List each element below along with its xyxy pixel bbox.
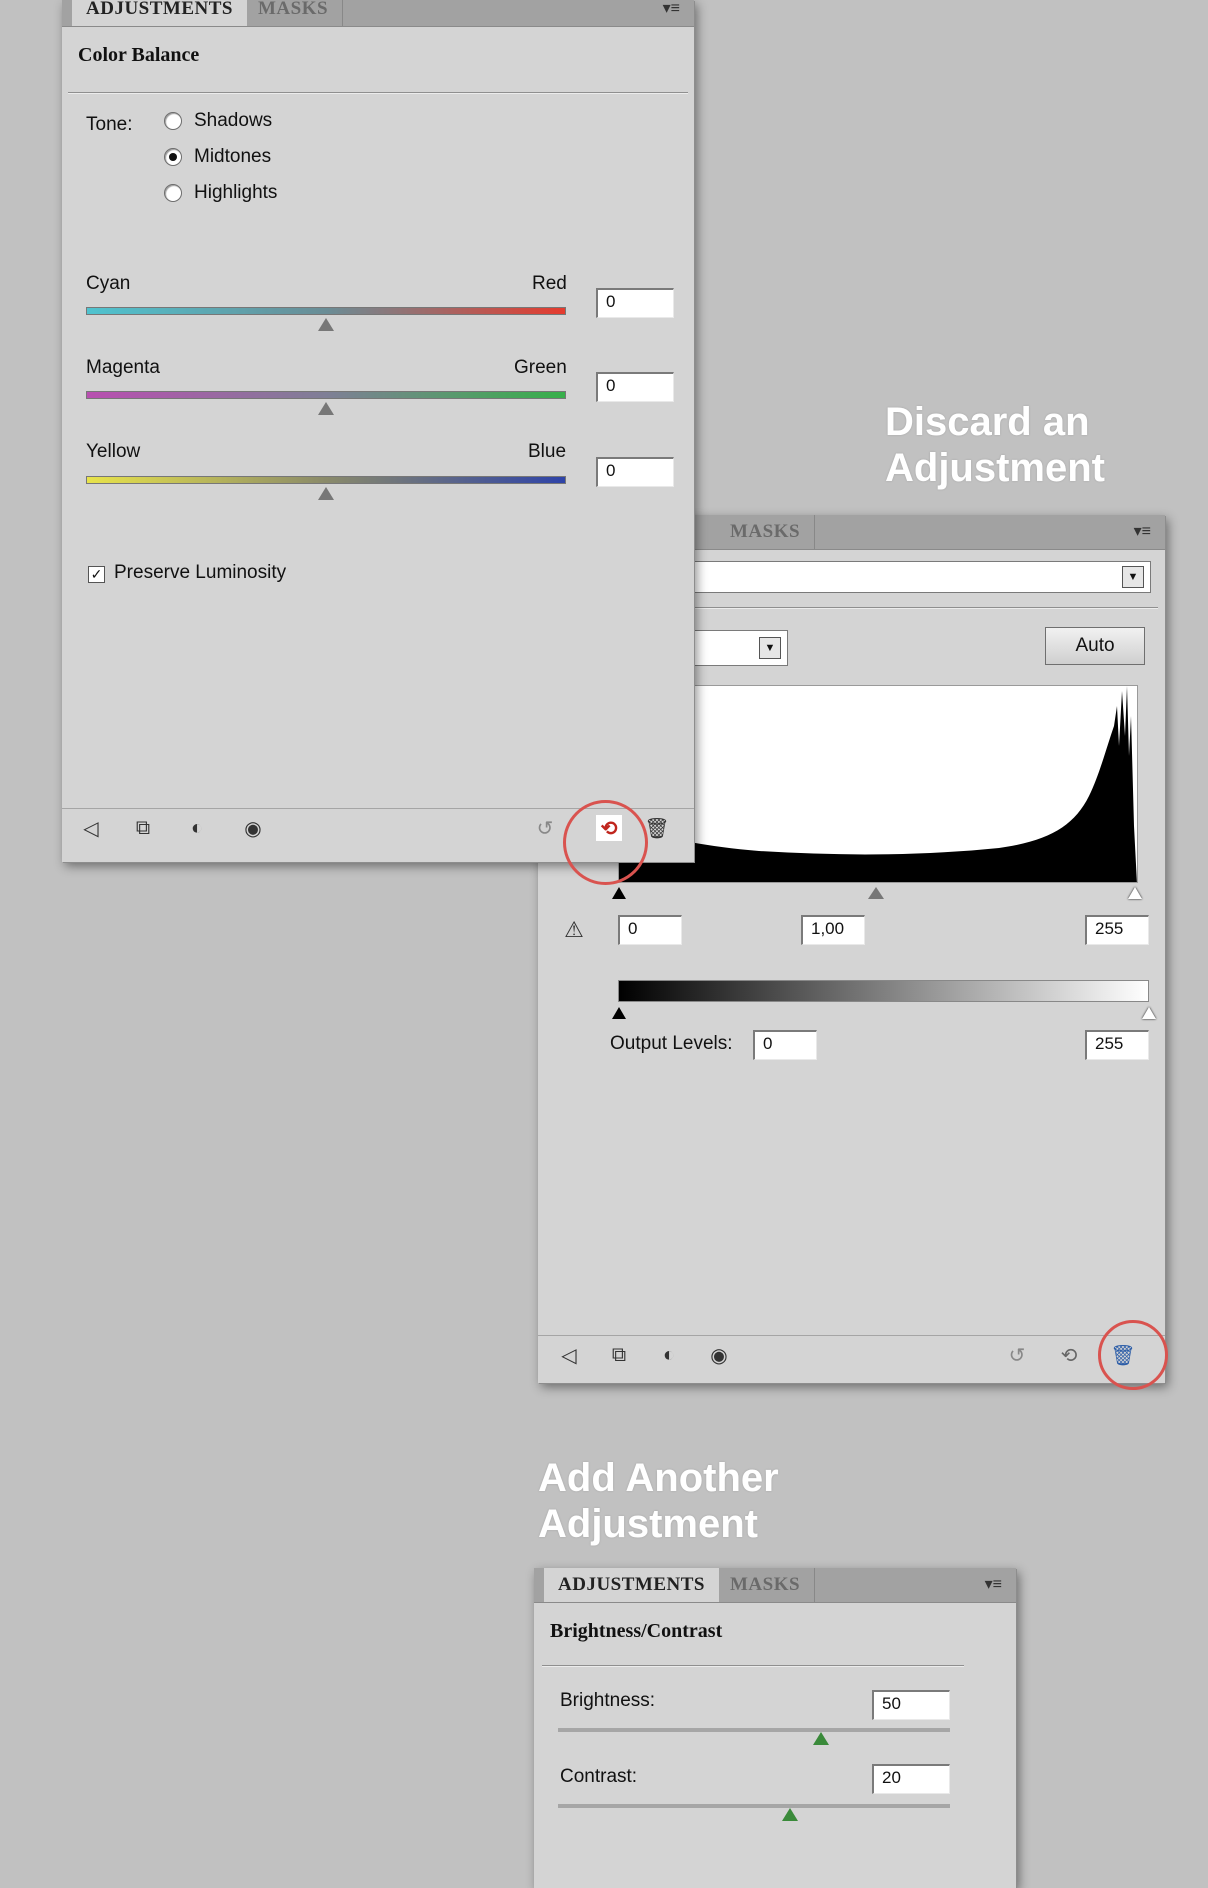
output-white-field[interactable]: 255 [1085, 1030, 1149, 1060]
slider-green-label: Green [514, 357, 567, 378]
preserve-luminosity-checkbox[interactable]: ✓ [88, 566, 105, 583]
panel-title: Brightness/Contrast [550, 1620, 723, 1642]
magenta-green-thumb[interactable] [318, 402, 334, 415]
yellow-blue-slider[interactable] [86, 476, 566, 484]
slider-magenta-label: Magenta [86, 357, 160, 378]
visibility-eye-icon[interactable]: ◉ [706, 1342, 732, 1368]
brightness-value[interactable]: 50 [872, 1690, 950, 1720]
tab-masks[interactable]: MASKS [716, 1568, 816, 1602]
tab-adjustments[interactable]: ADJUSTMENTS [72, 0, 247, 26]
slider-cyan-label: Cyan [86, 273, 131, 294]
input-gamma-field[interactable]: 1,00 [801, 915, 865, 945]
trash-highlight-circle [1098, 1320, 1168, 1390]
tab-masks[interactable]: MASKS [716, 515, 816, 549]
radio-midtones[interactable] [164, 148, 182, 166]
input-black-thumb[interactable] [612, 887, 626, 899]
output-black-thumb[interactable] [612, 1007, 626, 1019]
radio-shadows-label[interactable]: Shadows [194, 110, 272, 132]
contrast-label: Contrast: [560, 1766, 638, 1787]
levels-footer: ◁ ⧉ ◐ ◉ ↺ ⟲ 🗑 [538, 1335, 1165, 1376]
input-white-field[interactable]: 255 [1085, 915, 1149, 945]
brightness-tabbar: ADJUSTMENTS MASKS ▾≡ [534, 1568, 1016, 1603]
discard-line2: Adjustment [885, 446, 1105, 490]
divider [68, 92, 688, 94]
preserve-luminosity-label[interactable]: Preserve Luminosity [114, 562, 286, 584]
histogram [618, 685, 1138, 883]
brightness-contrast-panel: ADJUSTMENTS MASKS ▾≡ Brightness/Contrast… [534, 1568, 1016, 1888]
chevron-down-icon[interactable]: ▼ [1122, 566, 1144, 588]
histogram-graph [619, 686, 1137, 882]
slider-red-label: Red [532, 273, 567, 294]
brightness-label: Brightness: [560, 1690, 656, 1711]
panel-menu-icon[interactable]: ▾≡ [1134, 521, 1151, 541]
color-balance-panel: ADJUSTMENTS MASKS ▾≡ Color Balance Tone:… [62, 0, 694, 862]
brightness-thumb[interactable] [813, 1732, 829, 1745]
magenta-green-slider[interactable] [86, 391, 566, 399]
back-arrow-icon[interactable]: ◁ [78, 815, 104, 841]
contrast-slider[interactable] [558, 1804, 950, 1808]
radio-midtones-label[interactable]: Midtones [194, 146, 271, 168]
contrast-thumb[interactable] [782, 1808, 798, 1821]
back-arrow-icon[interactable]: ◁ [556, 1342, 582, 1368]
radio-shadows[interactable] [164, 112, 182, 130]
color-balance-tabbar: ADJUSTMENTS MASKS ▾≡ [62, 0, 694, 27]
reset-highlight-circle [563, 800, 648, 885]
clipping-warning-icon[interactable]: ⚠ [556, 915, 592, 945]
slider-yellow-label: Yellow [86, 441, 141, 462]
view-previous-icon[interactable]: ◐ [656, 1342, 682, 1368]
tab-masks[interactable]: MASKS [244, 0, 344, 26]
view-previous-state-icon[interactable]: ↺ [532, 815, 558, 841]
view-previous-icon[interactable]: ◐ [184, 815, 210, 841]
magenta-green-value[interactable]: 0 [596, 372, 674, 402]
divider [542, 1665, 964, 1667]
reset-icon[interactable]: ⟲ [1056, 1342, 1082, 1368]
output-levels-label: Output Levels: [610, 1033, 733, 1054]
input-white-thumb[interactable] [1128, 887, 1142, 899]
cyan-red-slider[interactable] [86, 307, 566, 315]
contrast-value[interactable]: 20 [872, 1764, 950, 1794]
auto-button[interactable]: Auto [1045, 627, 1145, 665]
input-black-field[interactable]: 0 [618, 915, 682, 945]
clip-to-layer-icon[interactable]: ⧉ [130, 815, 156, 841]
add-annotation: Add Another Adjustment [538, 1458, 779, 1544]
cyan-red-value[interactable]: 0 [596, 288, 674, 318]
discard-line1: Discard an [885, 400, 1090, 444]
radio-highlights[interactable] [164, 184, 182, 202]
brightness-slider[interactable] [558, 1728, 950, 1732]
yellow-blue-thumb[interactable] [318, 487, 334, 500]
add-line1: Add Another [538, 1456, 779, 1500]
panel-menu-icon[interactable]: ▾≡ [985, 1574, 1002, 1594]
discard-annotation: Discard an Adjustment [885, 402, 1105, 488]
panel-title: Color Balance [78, 44, 200, 66]
clip-to-layer-icon[interactable]: ⧉ [606, 1342, 632, 1368]
trash-icon[interactable]: 🗑 [644, 815, 670, 841]
view-previous-state-icon[interactable]: ↺ [1004, 1342, 1030, 1368]
visibility-eye-icon[interactable]: ◉ [240, 815, 266, 841]
slider-blue-label: Blue [528, 441, 567, 462]
cyan-red-thumb[interactable] [318, 318, 334, 331]
input-gamma-thumb[interactable] [868, 887, 884, 899]
output-black-field[interactable]: 0 [753, 1030, 817, 1060]
add-line2: Adjustment [538, 1502, 758, 1546]
tab-adjustments[interactable]: ADJUSTMENTS [544, 1568, 719, 1602]
output-gradient [618, 980, 1149, 1002]
chevron-down-icon[interactable]: ▼ [759, 637, 781, 659]
radio-highlights-label[interactable]: Highlights [194, 182, 277, 204]
tone-label: Tone: [86, 114, 133, 135]
yellow-blue-value[interactable]: 0 [596, 457, 674, 487]
panel-menu-icon[interactable]: ▾≡ [663, 0, 680, 18]
output-white-thumb[interactable] [1142, 1007, 1156, 1019]
